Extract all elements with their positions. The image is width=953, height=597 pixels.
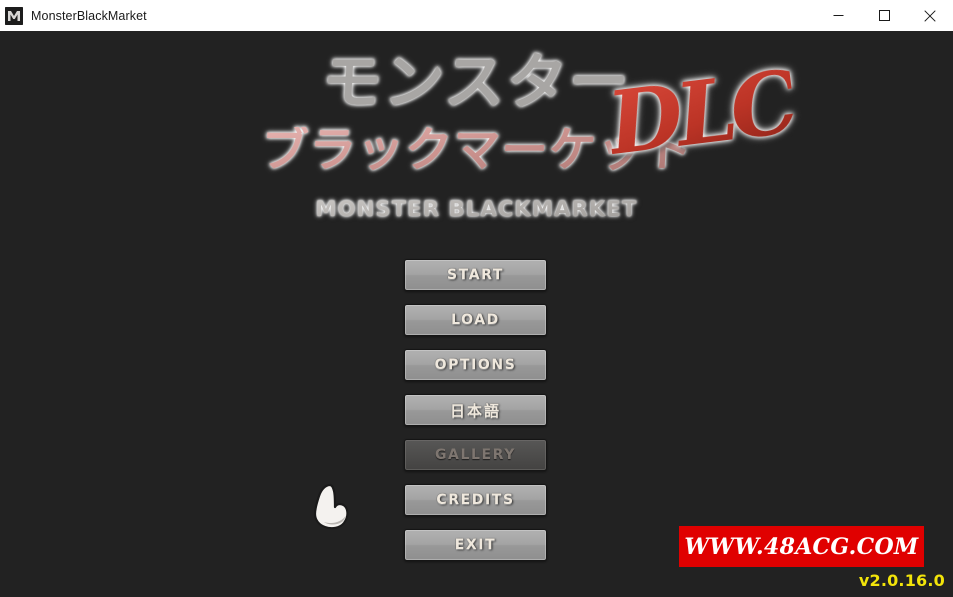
menu-label-start: START [446,267,505,283]
title-bar: MonsterBlackMarket [0,0,953,31]
menu-label-credits: CREDITS [436,492,515,508]
menu-label-load: LOAD [451,312,500,328]
menu-label-options: OPTIONS [434,357,517,373]
menu-label-gallery: GALLERY [434,447,517,463]
menu-button-credits[interactable]: CREDITS [404,484,547,516]
version-label: v2.0.16.0 [858,571,945,590]
app-icon [5,6,23,25]
menu-button-load[interactable]: LOAD [404,304,547,336]
menu-button-language[interactable]: 日本語 [404,394,547,426]
menu-button-start[interactable]: START [404,259,547,291]
window-title: MonsterBlackMarket [31,8,147,23]
title-bar-left: MonsterBlackMarket [0,6,815,25]
game-canvas: モンスター ブラックマーケット DLC MONSTER BLACKMARKET … [0,31,953,597]
logo-line2-row: ブラックマーケット [0,123,953,178]
window-controls [815,0,953,31]
application-window: MonsterBlackMarket モンスター ブラックマーケット DLC M… [0,0,953,597]
menu-label-language: 日本語 [449,401,501,420]
logo-line1-row: モンスター [0,48,953,118]
close-icon [924,9,936,22]
minimize-button[interactable] [815,0,861,31]
logo-line2: ブラックマーケット [259,123,694,178]
menu-button-gallery: GALLERY [404,439,547,471]
logo-line1: モンスター [320,48,633,118]
logo-subtitle: MONSTER BLACKMARKET [0,197,953,221]
pointing-hand-cursor-icon [310,482,354,534]
minimize-icon [833,15,843,16]
menu-button-exit[interactable]: EXIT [404,529,547,561]
maximize-button[interactable] [861,0,907,31]
close-button[interactable] [907,0,953,31]
menu-label-exit: EXIT [454,537,497,553]
dlc-badge: DLC [602,52,799,175]
title-logo: モンスター ブラックマーケット DLC MONSTER BLACKMARKET [0,48,953,238]
watermark-text: WWW.48ACG.COM [684,533,919,560]
watermark-banner: WWW.48ACG.COM [679,526,924,567]
main-menu: START LOAD OPTIONS 日本語 GALLERY CREDITS E… [404,259,547,561]
maximize-icon [878,10,890,21]
menu-button-options[interactable]: OPTIONS [404,349,547,381]
